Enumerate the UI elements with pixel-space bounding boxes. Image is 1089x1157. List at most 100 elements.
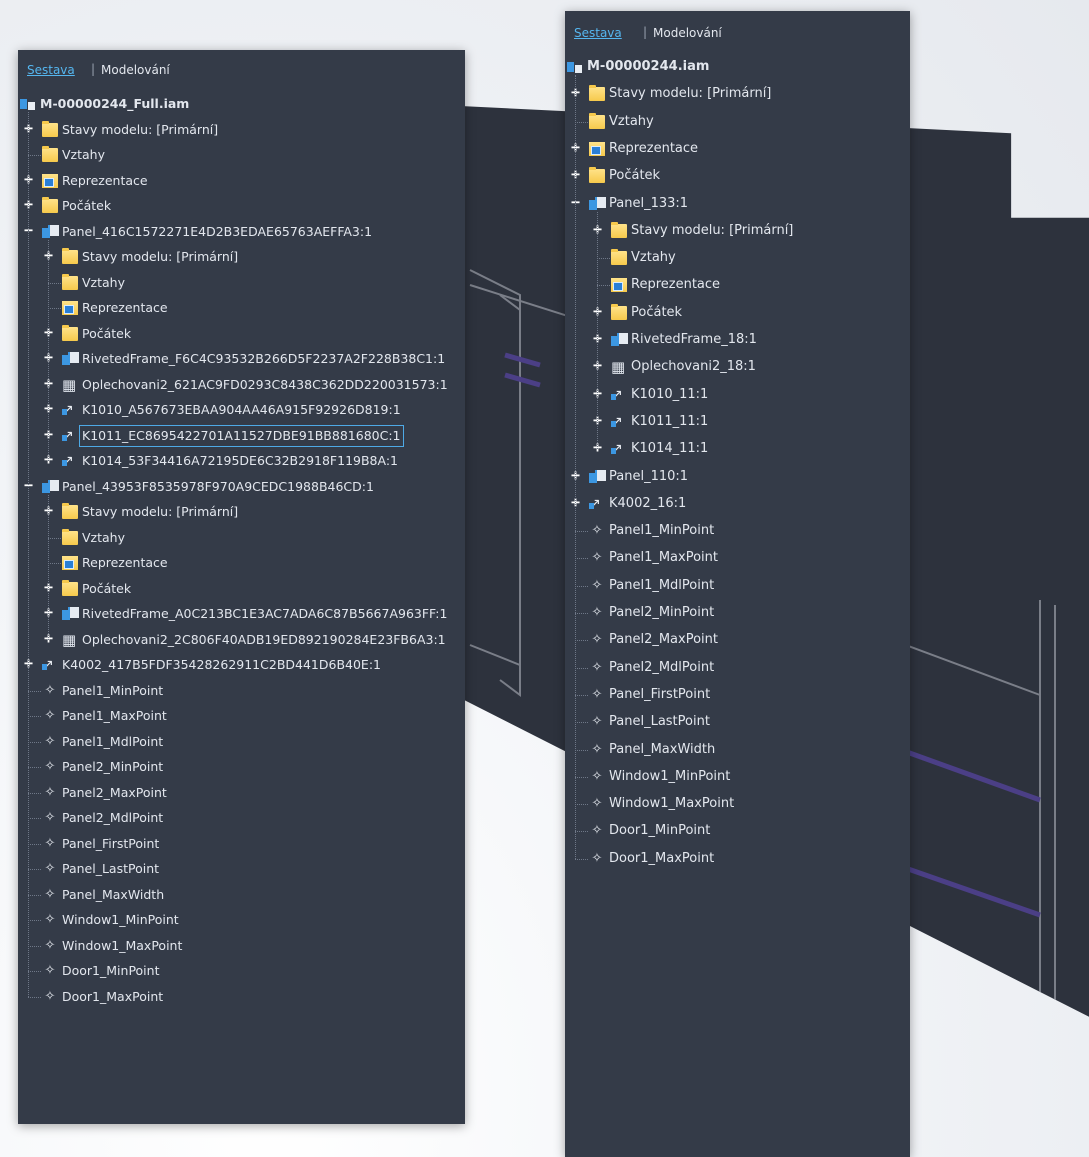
tree-node[interactable]: + ↗ K1010_A567673EBAA904AA46A915F92926D819… — [18, 400, 465, 420]
tree-node[interactable]: + RivetedFrame_A0C213BC1E3AC7ADA6C87B5667… — [18, 604, 465, 624]
subassembly-icon — [589, 469, 606, 484]
tree-node[interactable]: + Stavy modelu: [Primární] — [18, 247, 465, 267]
tree-node[interactable]: ✧ Door1_MinPoint — [565, 821, 910, 841]
tree-node[interactable]: ✧ Window1_MinPoint — [565, 767, 910, 787]
tree-node[interactable]: ✧ Panel_MaxWidth — [565, 740, 910, 760]
tree-node[interactable]: ✧ Window1_MinPoint — [18, 910, 465, 930]
tree-node[interactable]: ✧ Panel1_MdlPoint — [565, 576, 910, 596]
tree-node[interactable]: + Počátek — [565, 166, 910, 186]
tree-node[interactable]: + ↗ K1014_53F34416A72195DE6C32B2918F119B8A… — [18, 451, 465, 471]
representations-icon — [42, 173, 58, 188]
tree-node-label: Reprezentace — [609, 140, 699, 156]
tree-node[interactable]: + ▦ Oplechovani2_621AC9FD0293C8438C362DD22… — [18, 375, 465, 395]
tree-node[interactable]: + Stavy modelu: [Primární] — [18, 120, 465, 140]
tree-node[interactable]: ✧ Panel1_MaxPoint — [18, 706, 465, 726]
tree-node[interactable]: ✧ Panel_LastPoint — [565, 712, 910, 732]
frame-member-icon: ↗ — [611, 388, 627, 402]
tree-node-label: Door1_MaxPoint — [62, 988, 164, 1004]
tree-node[interactable]: ✧ Panel_LastPoint — [18, 859, 465, 879]
tree-node[interactable]: + Stavy modelu: [Primární] — [565, 84, 910, 104]
frame-member-icon: ↗ — [611, 442, 627, 456]
tree-node[interactable]: + ▦ Oplechovani2_18:1 — [565, 357, 910, 377]
tree-node[interactable]: ✧ Window1_MaxPoint — [565, 794, 910, 814]
tree-node[interactable]: ✧ Panel_FirstPoint — [565, 685, 910, 705]
tree-node[interactable]: + Počátek — [18, 324, 465, 344]
tree-node[interactable]: + Stavy modelu: [Primární] — [565, 221, 910, 241]
tree-node[interactable]: Vztahy — [18, 145, 465, 165]
tree-node[interactable]: Vztahy — [18, 273, 465, 293]
work-point-icon: ✧ — [591, 550, 603, 566]
tree-node[interactable]: Vztahy — [565, 112, 910, 132]
work-point-icon: ✧ — [591, 577, 603, 593]
tree-node[interactable]: + Počátek — [18, 196, 465, 216]
tree-node[interactable]: ✧ Panel1_MinPoint — [18, 681, 465, 701]
tree-connector — [575, 640, 588, 642]
tree-node[interactable]: ✧ Panel_MaxWidth — [18, 885, 465, 905]
tree-node[interactable]: ✧ Window1_MaxPoint — [18, 936, 465, 956]
tree-node[interactable]: + Reprezentace — [565, 139, 910, 159]
tree-node[interactable]: ✧ Panel2_MdlPoint — [18, 808, 465, 828]
tree-node-label: Oplechovani2_2C806F40ADB19ED892190284E23… — [82, 631, 446, 647]
tree-node[interactable]: ✧ Panel2_MaxPoint — [565, 630, 910, 650]
tree-node[interactable]: + ↗ K1011_EC8695422701A11527DBE91BB881680C… — [18, 424, 465, 447]
tree-node[interactable]: + ↗ K4002_417B5FDF35428262911C2BD441D6B40E… — [18, 655, 465, 675]
tree-root[interactable]: M-00000244.iam — [565, 57, 910, 77]
folder-icon — [42, 197, 58, 213]
tree-node-label: Panel_FirstPoint — [62, 835, 160, 851]
work-point-icon: ✧ — [591, 741, 603, 757]
tree-node[interactable]: + Počátek — [18, 579, 465, 599]
tree-node[interactable]: + ↗ K1011_11:1 — [565, 412, 910, 432]
tree-node[interactable]: − Panel_416C1572271E4D2B3EDAE65763AEFFA3:… — [18, 222, 465, 242]
tree-node-label: Panel_MaxWidth — [609, 741, 716, 757]
tree-node[interactable]: Reprezentace — [18, 553, 465, 573]
tree-node[interactable]: ✧ Panel_FirstPoint — [18, 834, 465, 854]
tree-connector — [575, 667, 588, 669]
tree-node[interactable]: ✧ Panel2_MaxPoint — [18, 783, 465, 803]
tree-node-label: Door1_MinPoint — [62, 963, 160, 978]
tree-node-label: Počátek — [62, 198, 112, 213]
tree-node[interactable]: + ↗ K4002_16:1 — [565, 494, 910, 514]
tree-node[interactable]: + Panel_110:1 — [565, 467, 910, 487]
tree-node[interactable]: ✧ Panel2_MdlPoint — [565, 658, 910, 678]
tree-node[interactable]: + RivetedFrame_18:1 — [565, 330, 910, 350]
tree-node-label: Vztahy — [631, 250, 676, 266]
tree-node-label: K1011_EC8695422701A11527DBE91BB881680C:1 — [79, 424, 404, 447]
tree-root[interactable]: M-00000244_Full.iam — [18, 94, 465, 114]
tree-node[interactable]: ✧ Panel2_MinPoint — [565, 603, 910, 623]
tree-node[interactable]: Reprezentace — [565, 275, 910, 295]
tree-node-label: Panel_LastPoint — [62, 861, 160, 876]
tree-connector — [575, 694, 588, 696]
tree-node[interactable]: ✧ Door1_MinPoint — [18, 961, 465, 981]
tree-node[interactable]: + ↗ K1014_11:1 — [565, 439, 910, 459]
tree-node[interactable]: + Reprezentace — [18, 171, 465, 191]
tree-connector — [48, 494, 49, 640]
tree-node[interactable]: ✧ Panel2_MinPoint — [18, 757, 465, 777]
tab-sestava[interactable]: Sestava — [27, 63, 75, 77]
tree-node[interactable]: + Počátek — [565, 303, 910, 323]
tree-node[interactable]: ✧ Panel1_MdlPoint — [18, 732, 465, 752]
tree-node[interactable]: ✧ Panel1_MinPoint — [565, 521, 910, 541]
tree-node[interactable]: ✧ Panel1_MaxPoint — [565, 548, 910, 568]
tree-node[interactable]: ✧ Door1_MaxPoint — [565, 849, 910, 869]
tree-node[interactable]: Vztahy — [565, 248, 910, 268]
tree-node[interactable]: + ▦ Oplechovani2_2C806F40ADB19ED892190284E… — [18, 630, 465, 650]
tree-node-label: Reprezentace — [82, 555, 168, 570]
work-point-icon: ✧ — [44, 784, 56, 800]
tree-node[interactable]: + RivetedFrame_F6C4C93532B266D5F2237A2F22… — [18, 349, 465, 369]
tree-node[interactable]: Reprezentace — [18, 298, 465, 318]
tree-node-label: Panel2_MinPoint — [62, 759, 164, 774]
tree-node[interactable]: − Panel_133:1 — [565, 194, 910, 214]
tree-node[interactable]: ✧ Door1_MaxPoint — [18, 987, 465, 1007]
tree-node-label: K4002_16:1 — [609, 495, 687, 511]
tree-node[interactable]: − Panel_43953F8535978F970A9CEDC1988B46CD:… — [18, 477, 465, 497]
tree-node-label: Vztahy — [82, 529, 125, 545]
tree-node-label: Počátek — [82, 325, 132, 341]
tree-node[interactable]: + Stavy modelu: [Primární] — [18, 502, 465, 522]
tree-node[interactable]: + ↗ K1010_11:1 — [565, 385, 910, 405]
tree-node-label: Počátek — [609, 168, 661, 184]
tree-connector — [575, 858, 588, 860]
tab-modelovani[interactable]: Modelování — [101, 63, 170, 77]
work-point-icon: ✧ — [44, 963, 56, 978]
tree-connector — [28, 155, 41, 156]
tree-node[interactable]: Vztahy — [18, 528, 465, 548]
